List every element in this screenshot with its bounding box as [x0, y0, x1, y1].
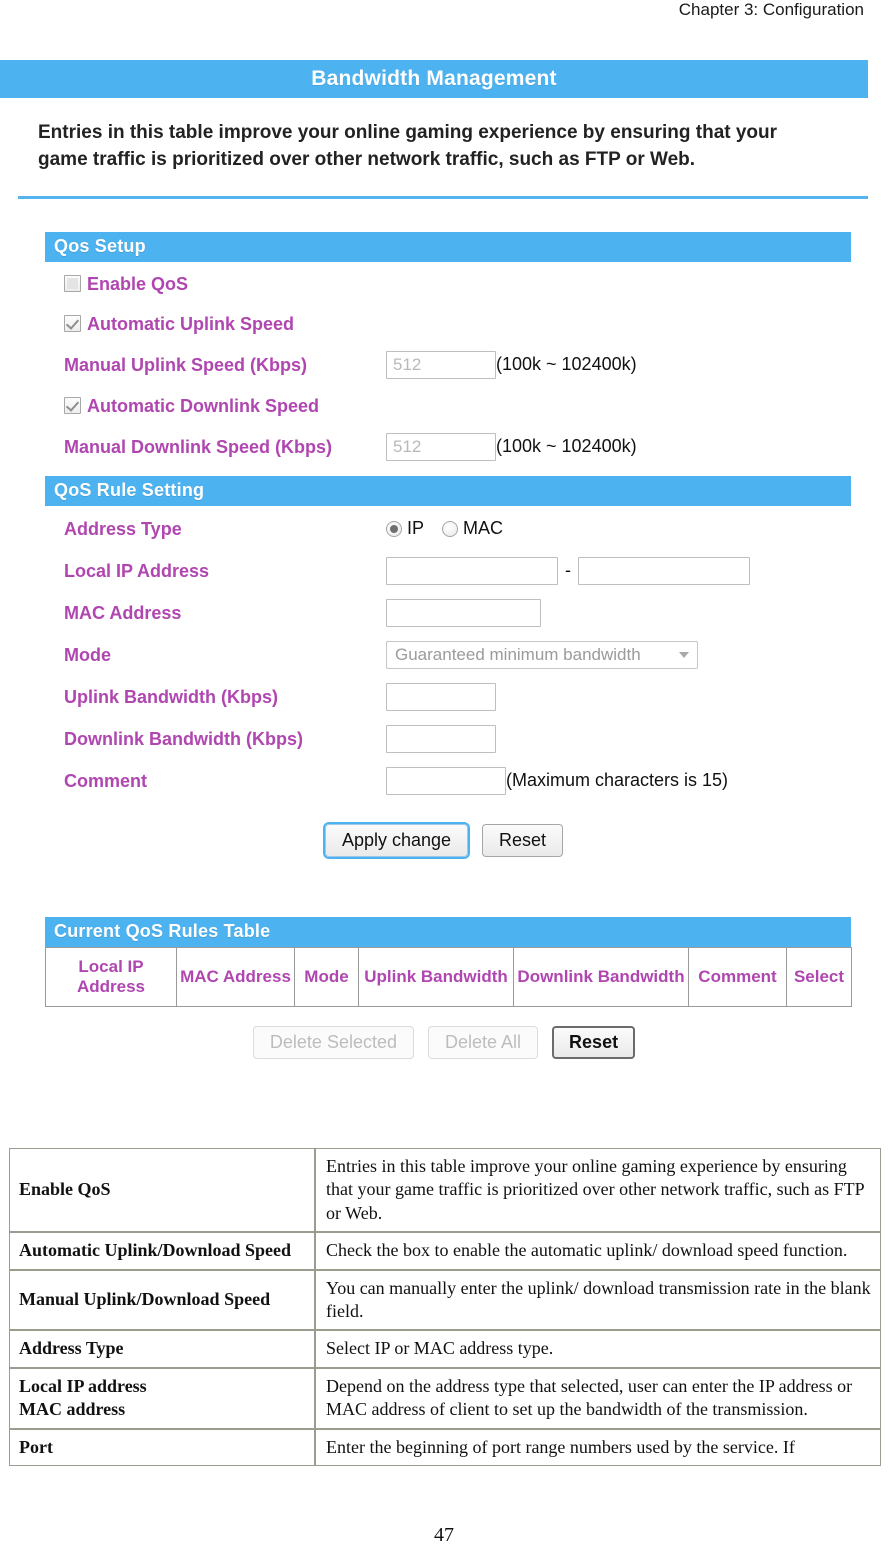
address-type-radio-mac[interactable]	[442, 520, 459, 537]
manual-uplink-speed-row: Manual Uplink Speed (Kbps) (100k ~ 10240…	[0, 344, 888, 386]
parameter-description-row: Manual Uplink/Download Speed You can manu…	[9, 1269, 881, 1331]
parameter-description-cell: You can manually enter the uplink/ downl…	[315, 1269, 881, 1331]
delete-selected-button[interactable]: Delete Selected	[252, 1025, 414, 1059]
current-rules-table-wrap: Local IP Address MAC Address Mode Uplink…	[45, 946, 852, 1007]
page-number: 47	[434, 1524, 454, 1546]
mac-address-row: MAC Address	[0, 592, 888, 634]
parameter-description-row: Address Type Select IP or MAC address typ…	[9, 1330, 881, 1368]
enable-qos-row: Enable QoS	[0, 264, 888, 304]
mode-select[interactable]: Guaranteed minimum bandwidth	[386, 640, 698, 669]
parameter-description-table-body: Enable QoS Entries in this table improve …	[9, 1148, 881, 1466]
comment-row: Comment (Maximum characters is 15)	[0, 760, 888, 802]
parameter-name-cell: Automatic Uplink/Download Speed	[9, 1232, 315, 1270]
mode-row: Mode Guaranteed minimum bandwidth	[0, 634, 888, 676]
parameter-description-row: Enable QoS Entries in this table improve …	[9, 1148, 881, 1233]
table-action-button-row: Delete Selected Delete All Reset	[0, 1025, 888, 1059]
address-type-row: Address Type IP MAC	[0, 508, 888, 550]
parameter-description-row: Automatic Uplink/Download Speed Check the…	[9, 1232, 881, 1270]
reset-table-button[interactable]: Reset	[552, 1025, 636, 1059]
uplink-bandwidth-input[interactable]	[386, 682, 496, 711]
manual-uplink-speed-input[interactable]	[386, 350, 496, 379]
downlink-bandwidth-label: Downlink Bandwidth (Kbps)	[64, 728, 303, 749]
manual-downlink-speed-input[interactable]	[386, 432, 496, 461]
parameter-name-cell: Address Type	[9, 1330, 315, 1368]
parameter-name-cell: Local IP address MAC address	[9, 1367, 315, 1429]
parameter-description-cell: Enter the beginning of port range number…	[315, 1428, 881, 1466]
parameter-description-cell: Check the box to enable the automatic up…	[315, 1232, 881, 1270]
parameter-name-cell: Port	[9, 1428, 315, 1466]
parameter-description-cell: Select IP or MAC address type.	[315, 1330, 881, 1368]
uplink-bandwidth-label: Uplink Bandwidth (Kbps)	[64, 686, 278, 707]
local-ip-address-end-input[interactable]	[578, 556, 750, 585]
mode-select-value: Guaranteed minimum bandwidth	[395, 644, 641, 664]
address-type-option-ip-label: IP	[407, 518, 425, 539]
local-ip-address-row: Local IP Address -	[0, 550, 888, 592]
parameter-description-row: Local IP address MAC address Depend on the…	[9, 1367, 881, 1429]
manual-downlink-speed-hint: (100k ~ 102400k)	[496, 436, 637, 457]
parameter-description-table: Enable QoS Entries in this table improve …	[9, 1148, 881, 1466]
enable-qos-checkbox[interactable]	[64, 275, 81, 293]
column-header-select: Select	[786, 946, 852, 1007]
parameter-description-row: Port Enter the beginning of port range nu…	[9, 1428, 881, 1466]
column-header-downlink-bandwidth: Downlink Bandwidth	[513, 946, 689, 1007]
parameter-description-cell: Entries in this table improve your onlin…	[315, 1148, 881, 1233]
rule-action-button-row: Apply change Reset	[0, 823, 888, 857]
current-rules-section-title: Current QoS Rules Table	[54, 921, 271, 942]
local-ip-address-label: Local IP Address	[64, 560, 210, 581]
panel-title-bar: Bandwidth Management	[0, 60, 868, 98]
column-header-mac-address: MAC Address	[176, 946, 295, 1007]
manual-uplink-speed-label: Manual Uplink Speed (Kbps)	[64, 354, 308, 375]
reset-rule-button[interactable]: Reset	[482, 823, 564, 857]
column-header-comment: Comment	[688, 946, 787, 1007]
qos-rule-setting-form: Address Type IP MAC Local IP Address - M…	[0, 508, 888, 802]
column-header-mode: Mode	[294, 946, 359, 1007]
parameter-name-cell: Manual Uplink/Download Speed	[9, 1269, 315, 1331]
automatic-uplink-speed-checkbox[interactable]	[64, 315, 81, 333]
qos-setup-form: Enable QoS Automatic Uplink Speed Manual…	[0, 264, 888, 468]
address-type-radio-ip[interactable]	[386, 520, 402, 537]
automatic-uplink-speed-label: Automatic Uplink Speed	[87, 313, 295, 334]
address-type-option-mac-label: MAC	[463, 518, 504, 539]
comment-input[interactable]	[386, 766, 506, 795]
apply-change-button[interactable]: Apply change	[324, 823, 469, 857]
panel-intro-text: Entries in this table improve your onlin…	[38, 122, 778, 170]
automatic-downlink-speed-checkbox[interactable]	[64, 397, 81, 415]
manual-downlink-speed-label: Manual Downlink Speed (Kbps)	[64, 436, 333, 457]
qos-rule-setting-section-title: QoS Rule Setting	[54, 480, 205, 501]
blue-divider	[18, 195, 868, 199]
automatic-uplink-speed-row: Automatic Uplink Speed	[0, 304, 888, 344]
current-rules-section-bar: Current QoS Rules Table	[45, 916, 851, 947]
qos-setup-section-bar: Qos Setup	[45, 231, 851, 262]
uplink-bandwidth-row: Uplink Bandwidth (Kbps)	[0, 676, 888, 718]
qos-rule-setting-section-bar: QoS Rule Setting	[45, 475, 851, 506]
address-type-label: Address Type	[64, 518, 182, 539]
mac-address-input[interactable]	[386, 598, 541, 627]
qos-setup-section-title: Qos Setup	[54, 236, 146, 257]
manual-uplink-speed-hint: (100k ~ 102400k)	[496, 354, 637, 375]
table-header-row: Local IP Address MAC Address Mode Uplink…	[45, 946, 852, 1007]
parameter-description-cell: Depend on the address type that selected…	[315, 1367, 881, 1429]
mac-address-label: MAC Address	[64, 602, 182, 623]
column-header-local-ip-address: Local IP Address	[45, 946, 177, 1007]
local-ip-address-start-input[interactable]	[386, 556, 558, 585]
downlink-bandwidth-row: Downlink Bandwidth (Kbps)	[0, 718, 888, 760]
delete-all-button[interactable]: Delete All	[428, 1025, 539, 1059]
parameter-name-cell: Enable QoS	[9, 1148, 315, 1233]
current-rules-table: Local IP Address MAC Address Mode Uplink…	[45, 946, 852, 1007]
downlink-bandwidth-input[interactable]	[386, 724, 496, 753]
automatic-downlink-speed-label: Automatic Downlink Speed	[87, 395, 320, 416]
column-header-uplink-bandwidth: Uplink Bandwidth	[358, 946, 514, 1007]
automatic-downlink-speed-row: Automatic Downlink Speed	[0, 386, 888, 426]
running-head: Chapter 3: Configuration	[678, 0, 864, 19]
manual-downlink-speed-row: Manual Downlink Speed (Kbps) (100k ~ 102…	[0, 426, 888, 468]
enable-qos-label: Enable QoS	[87, 273, 189, 294]
panel-title: Bandwidth Management	[311, 67, 557, 90]
local-ip-range-separator: -	[565, 560, 571, 581]
chevron-down-icon	[679, 651, 689, 658]
comment-hint: (Maximum characters is 15)	[506, 770, 729, 791]
comment-label: Comment	[64, 770, 148, 791]
address-type-radio-group: IP MAC	[386, 518, 521, 539]
mode-label: Mode	[64, 644, 111, 665]
router-config-panel: Bandwidth Management Entries in this tab…	[0, 60, 888, 1059]
